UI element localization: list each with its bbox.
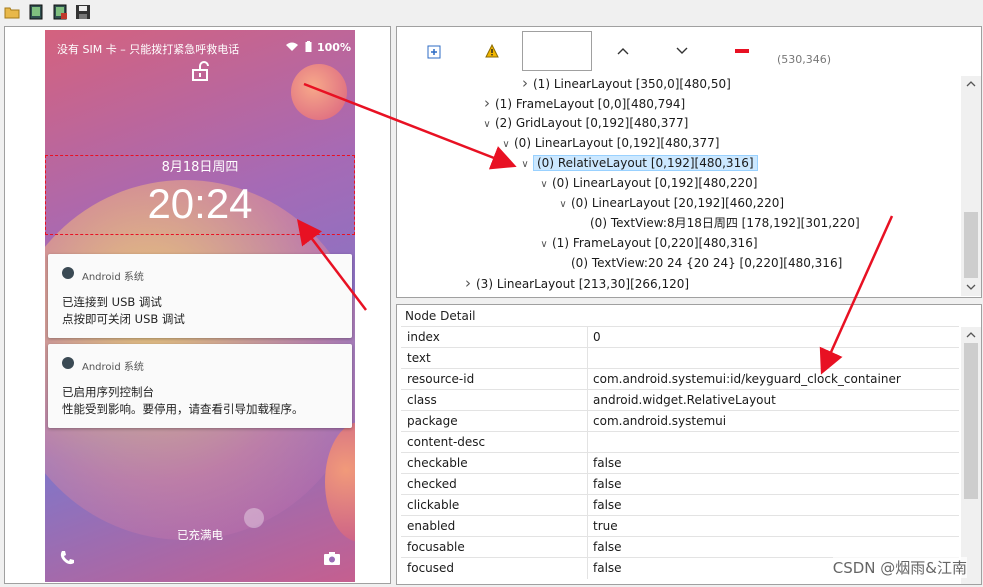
arrow-to-resource-id: [819, 215, 894, 375]
arrow-phone-to-tree: [303, 82, 517, 170]
annotation-arrows: [296, 82, 894, 375]
arrow-to-clock: [296, 219, 367, 311]
